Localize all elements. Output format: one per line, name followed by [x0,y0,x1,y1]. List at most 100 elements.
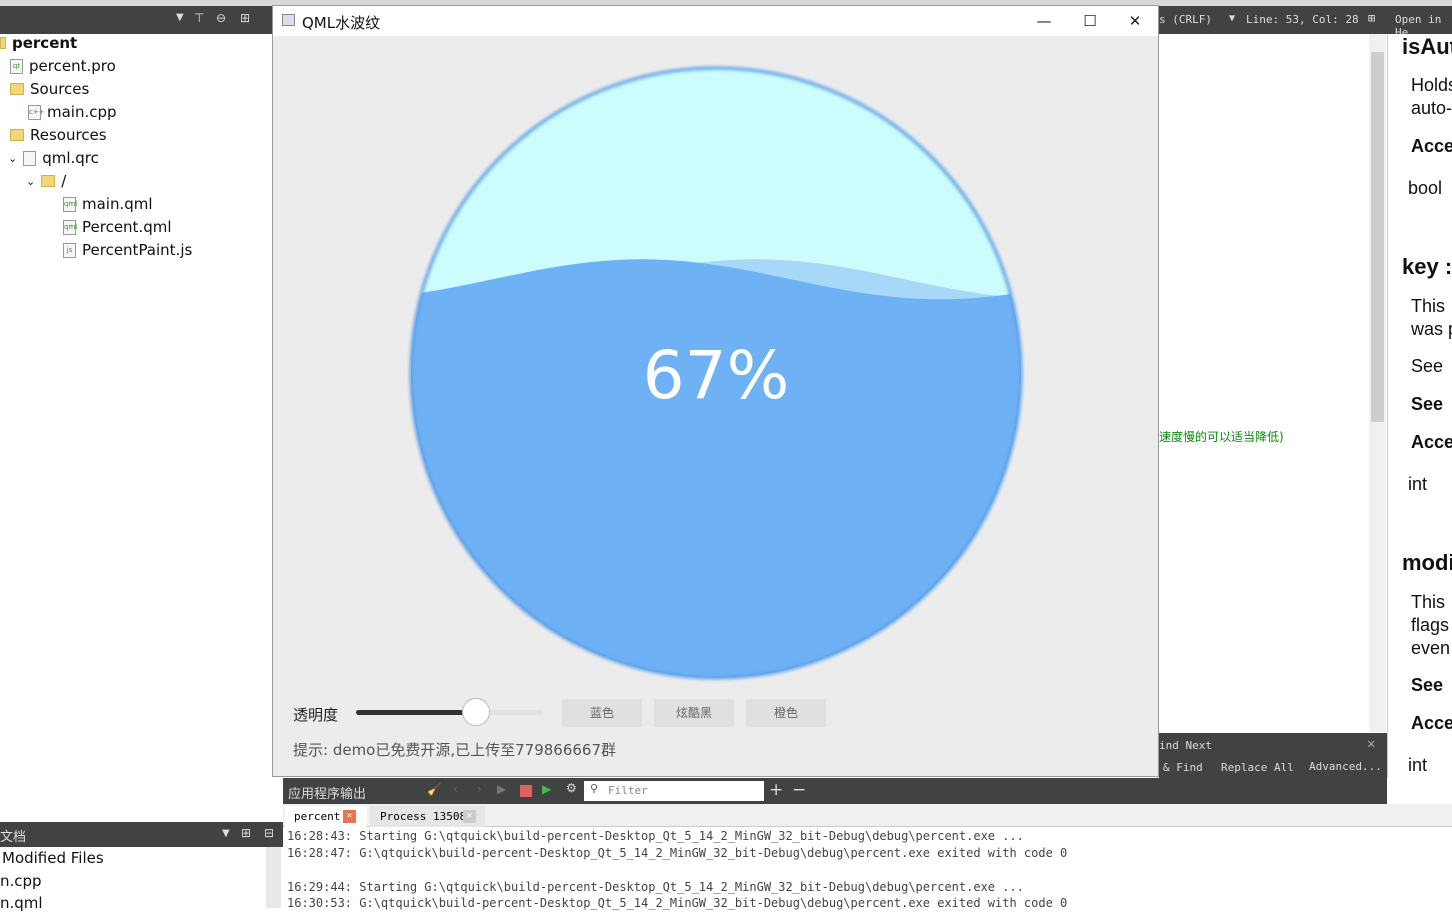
next-icon[interactable]: › [477,782,482,796]
help-panel: isAut Holds auto- Acce bool key : This w… [1387,34,1452,908]
help-text: This [1411,592,1446,612]
help-text: int [1408,755,1428,775]
help-text: Holds [1411,75,1452,95]
tree-item[interactable]: js PercentPaint.js [63,241,192,259]
docs-title: 文档 [0,830,27,845]
filter-icon[interactable]: ⊤ [194,11,204,25]
dropdown-icon[interactable]: ▼ [1229,13,1235,24]
tree-item[interactable]: Sources [10,80,89,98]
tree-item[interactable]: ⌄ qml.qrc [8,149,99,167]
tab-label: percent [294,810,341,823]
tree-item[interactable]: qt percent.pro [10,57,116,75]
split-icon[interactable]: ⊞ [240,11,250,25]
minus-icon[interactable]: − [792,780,806,800]
blue-button[interactable]: 蓝色 [562,699,642,727]
help-text: See [1411,356,1444,376]
help-text: was p [1411,319,1452,339]
window-title: QML水波纹 [302,14,381,32]
help-text: Acce [1411,136,1452,156]
help-text: Acce [1411,432,1452,452]
link-icon[interactable]: ⊖ [216,11,226,25]
help-heading: modi [1402,550,1452,575]
help-text: even [1411,638,1451,658]
clear-icon[interactable]: 🧹 [427,782,442,796]
tree-item[interactable]: Resources [10,126,107,144]
tab-label: Process 13508 [380,810,467,823]
wave-front [411,259,1021,678]
code-editor[interactable]: 速度慢的可以适当降低) [1159,34,1387,732]
close-icon[interactable]: ✕ [343,810,356,823]
log-line: 16:28:47: G:\qtquick\build-percent-Deskt… [287,846,1068,860]
list-item[interactable]: n.qml [0,894,43,912]
wave-progress: 67% [409,66,1023,680]
qml-window: QML水波纹 — ☐ ✕ 67% 透明度 蓝色 炫酷黑 橙色 提示: demo已… [272,5,1159,777]
black-button[interactable]: 炫酷黑 [654,699,734,727]
close-icon[interactable]: ✕ [1367,736,1375,752]
settings-icon[interactable]: ⚙ [566,781,577,795]
scrollbar[interactable] [1369,34,1386,732]
slider-handle[interactable] [461,698,490,726]
dropdown-icon[interactable]: ▼ [176,12,184,23]
replace-all-button[interactable]: Replace All [1221,761,1294,774]
tree-item[interactable]: ⌄ / [26,172,66,190]
output-title: 应用程序输出 [288,787,367,802]
resources-folder-icon [10,129,24,141]
close-icon[interactable]: ✕ [463,810,476,823]
split-icon[interactable]: ⊞ [1368,11,1375,25]
cursor-position: Line: 53, Col: 28 [1246,13,1359,26]
qrc-file-icon [23,150,37,166]
stop-icon[interactable] [520,785,532,797]
find-next-button[interactable]: ind Next [1159,739,1212,752]
close-button[interactable]: ✕ [1112,6,1158,36]
run-icon[interactable]: ▶ [497,782,506,796]
advanced-button[interactable]: Advanced... [1309,760,1382,773]
opacity-slider[interactable] [356,698,543,726]
dropdown-icon[interactable]: ▼ [222,828,230,839]
window-titlebar[interactable]: QML水波纹 — ☐ ✕ [273,6,1158,36]
editor-statusbar: s (CRLF) ▼ Line: 53, Col: 28 ⊞ Open in H… [1159,6,1452,39]
output-tabs: percent ✕ Process 13508 ✕ [283,804,1452,827]
hint-text: 提示: demo已免费开源,已上传至779866667群 [293,741,617,759]
chevron-down-icon[interactable]: ⌄ [8,152,17,165]
debug-run-icon[interactable]: ▶ [542,782,551,796]
scrollbar[interactable] [266,847,281,908]
orange-button[interactable]: 橙色 [746,699,826,727]
plus-icon[interactable]: + [769,780,783,800]
qml-file-icon: qml [63,196,77,212]
help-heading: isAut [1402,34,1452,59]
help-text: See [1411,675,1444,695]
open-docs-list: Modified Files n.cpp n.qml [0,847,283,912]
tab-process[interactable]: Process 13508 ✕ [370,806,485,827]
scrollbar-thumb[interactable] [1371,52,1384,422]
help-text: See [1411,394,1444,414]
help-heading: key : [1402,254,1452,279]
close-pane-icon[interactable]: ⊟ [264,826,274,840]
folder-icon [41,175,56,187]
project-tree: percent qt percent.pro Sources c++ main.cp… [0,34,272,822]
help-text: int [1408,474,1428,494]
list-item[interactable]: Modified Files [2,849,104,867]
log-line: 16:28:43: Starting G:\qtquick\build-perc… [287,829,1024,843]
chevron-down-icon[interactable]: ⌄ [26,175,35,188]
tree-item[interactable]: c++ main.cpp [28,103,117,121]
cpp-file-icon: c++ [28,104,45,120]
tree-item[interactable]: qml main.qml [63,195,153,213]
output-toolbar: 应用程序输出 🧹 ‹ › ▶ ▶ ⚙ ⚲ Filter + − [283,778,1387,804]
replace-find-button[interactable]: & Find [1163,761,1203,774]
tree-item[interactable]: qml Percent.qml [63,218,172,236]
code-comment: 速度慢的可以适当降低) [1159,430,1284,444]
qml-file-icon: qml [63,219,77,235]
pro-file-icon: qt [10,58,23,74]
minimize-button[interactable]: — [1021,6,1067,36]
open-docs-toolbar: 文档 ▼ ⊞ ⊟ [0,822,283,847]
tree-item[interactable]: percent [0,34,77,52]
tab-percent[interactable]: percent ✕ [285,806,367,827]
split-icon[interactable]: ⊞ [241,826,251,840]
maximize-button[interactable]: ☐ [1067,6,1113,36]
encoding-label[interactable]: s (CRLF) [1159,13,1212,26]
prev-icon[interactable]: ‹ [453,782,458,796]
filter-input[interactable]: ⚲ Filter [584,781,764,801]
list-item[interactable]: n.cpp [0,872,42,890]
sources-folder-icon [10,83,24,95]
slider-fill [356,710,476,715]
